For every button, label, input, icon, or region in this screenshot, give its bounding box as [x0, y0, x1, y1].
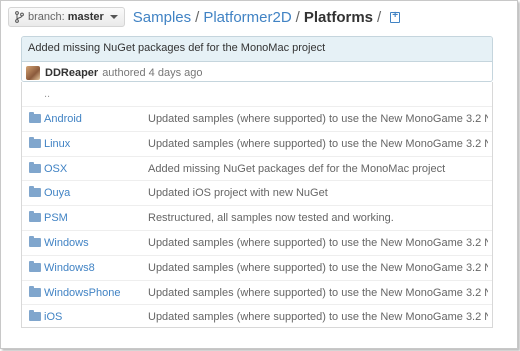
list-item: Linux Updated samples (where supported) …: [22, 132, 492, 157]
folder-icon: [29, 136, 41, 148]
breadcrumb-separator: /: [195, 8, 200, 26]
directory-link[interactable]: OSX: [44, 157, 67, 181]
branch-prefix: branch:: [28, 11, 65, 23]
breadcrumb-platformer2d[interactable]: Platformer2D: [203, 9, 291, 26]
folder-icon: [29, 186, 41, 198]
breadcrumb-current: Platforms: [303, 8, 374, 26]
latest-commit: Added missing NuGet packages def for the…: [21, 36, 493, 82]
directory-link[interactable]: iOS: [44, 305, 62, 329]
commit-message[interactable]: Updated samples (where supported) to use…: [148, 281, 488, 305]
directory-link[interactable]: Ouya: [44, 181, 70, 205]
list-item: Windows Updated samples (where supported…: [22, 231, 492, 256]
commit-meta: DDReaper authored 4 days ago: [22, 62, 492, 81]
breadcrumb-separator: /: [295, 8, 300, 26]
parent-directory-link[interactable]: ..: [22, 82, 492, 107]
list-item: Ouya Updated iOS project with new NuGet: [22, 181, 492, 207]
branch-icon: [15, 11, 24, 23]
folder-icon: [29, 161, 41, 173]
list-item: iOS Updated samples (where supported) to…: [22, 305, 492, 330]
folder-icon: [29, 112, 41, 123]
directory-link[interactable]: Windows8: [44, 256, 95, 280]
list-item: OSX Added missing NuGet packages def for…: [22, 157, 492, 182]
avatar[interactable]: [26, 65, 40, 80]
directory-link[interactable]: Linux: [44, 132, 70, 156]
directory-link[interactable]: PSM: [44, 206, 68, 230]
folder-icon: [29, 211, 41, 223]
list-item: Android Updated samples (where supported…: [22, 107, 492, 132]
directory-link[interactable]: Windows: [44, 231, 89, 255]
list-item: PSM Restructured, all samples now tested…: [22, 206, 492, 231]
commit-time: authored 4 days ago: [102, 66, 203, 79]
commit-message[interactable]: Updated samples (where supported) to use…: [148, 132, 488, 156]
branch-selector-button[interactable]: branch: master: [8, 7, 125, 27]
commit-message[interactable]: Updated samples (where supported) to use…: [148, 305, 488, 329]
commit-message[interactable]: Updated samples (where supported) to use…: [148, 107, 488, 131]
toolbar: branch: master Samples / Platformer2D / …: [8, 6, 512, 28]
breadcrumb: Samples / Platformer2D / Platforms /: [133, 8, 401, 26]
folder-icon: [29, 310, 41, 322]
branch-name: master: [67, 11, 104, 23]
directory-link[interactable]: Android: [44, 107, 82, 131]
breadcrumb-samples[interactable]: Samples: [133, 9, 191, 26]
commit-message[interactable]: Updated samples (where supported) to use…: [148, 256, 488, 280]
chevron-down-icon: [109, 15, 118, 19]
folder-icon: [29, 260, 41, 272]
file-list: .. Android Updated samples (where suppor…: [21, 82, 493, 328]
folder-icon: [29, 235, 41, 247]
commit-message[interactable]: Updated samples (where supported) to use…: [148, 231, 488, 255]
commit-title[interactable]: Added missing NuGet packages def for the…: [22, 37, 492, 62]
commit-message[interactable]: Added missing NuGet packages def for the…: [148, 157, 488, 181]
list-item: WindowsPhone Updated samples (where supp…: [22, 281, 492, 306]
directory-link[interactable]: WindowsPhone: [44, 281, 120, 305]
list-item: Windows8 Updated samples (where supporte…: [22, 256, 492, 281]
new-file-icon[interactable]: [390, 10, 401, 23]
commit-message[interactable]: Updated iOS project with new NuGet: [148, 181, 488, 205]
commit-author[interactable]: DDReaper: [45, 67, 98, 79]
folder-icon: [29, 285, 41, 297]
commit-message[interactable]: Restructured, all samples now tested and…: [148, 206, 488, 230]
breadcrumb-separator: /: [377, 8, 382, 26]
